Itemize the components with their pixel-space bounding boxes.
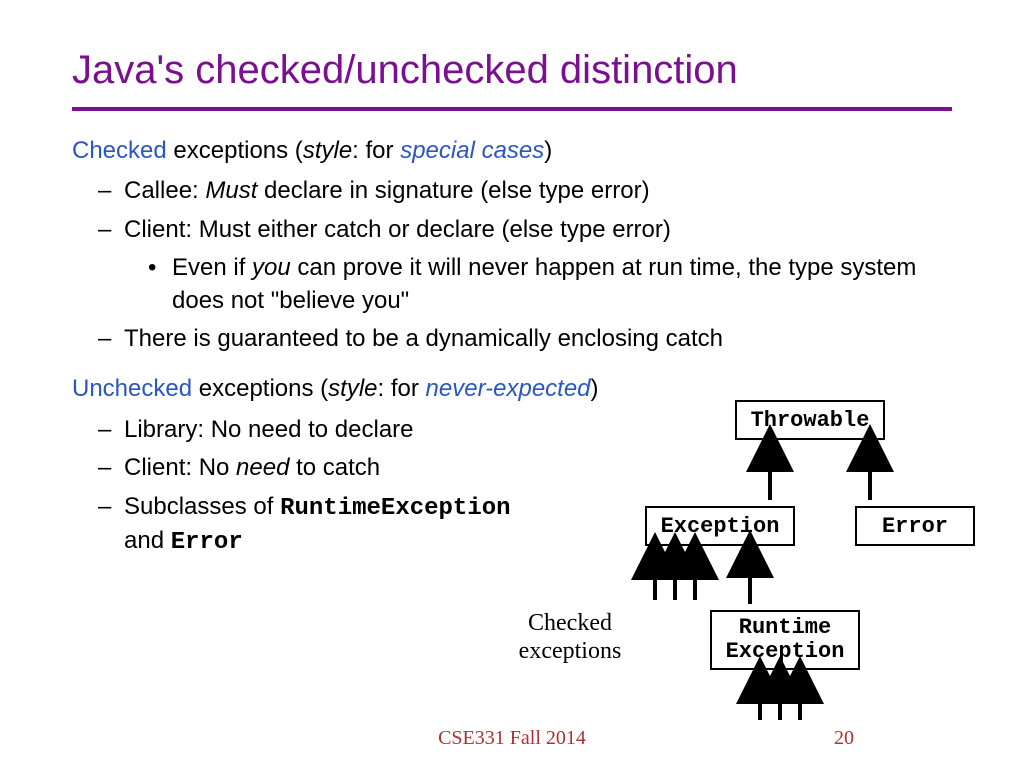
checked-heading: Checked exceptions (style: for special c… xyxy=(72,135,952,167)
page-title: Java's checked/unchecked distinction xyxy=(72,48,952,93)
list-item: Subclasses of RuntimeException and Error xyxy=(124,491,632,560)
checked-word: Checked xyxy=(72,137,167,164)
list-item: Callee: Must declare in signature (else … xyxy=(124,175,952,207)
sub-list: Even if you can prove it will never happ… xyxy=(124,252,952,317)
list-item: Client: Must either catch or declare (el… xyxy=(124,214,952,317)
unchecked-list: Library: No need to declare Client: No n… xyxy=(72,414,632,560)
diagram-arrows xyxy=(570,400,1000,740)
unchecked-word: Unchecked xyxy=(72,375,192,402)
list-item: Even if you can prove it will never happ… xyxy=(172,252,952,317)
class-hierarchy-diagram: Throwable Exception Error Runtime Except… xyxy=(570,400,1000,740)
list-item: Library: No need to declare xyxy=(124,414,632,446)
title-rule xyxy=(72,107,952,111)
list-item: Client: No need to catch xyxy=(124,452,632,484)
checked-list: Callee: Must declare in signature (else … xyxy=(72,175,952,355)
footer-course: CSE331 Fall 2014 xyxy=(0,727,1024,750)
unchecked-heading: Unchecked exceptions (style: for never-e… xyxy=(72,373,632,405)
list-item: There is guaranteed to be a dynamically … xyxy=(124,323,952,355)
page-number: 20 xyxy=(834,727,854,750)
